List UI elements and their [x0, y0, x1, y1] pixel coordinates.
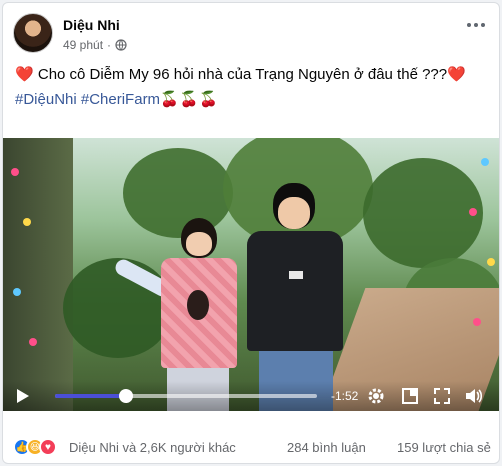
reactors-summary[interactable]: Diệu Nhi và 2,6K người khác [69, 440, 236, 455]
post-card: Diệu Nhi 49 phút · ❤️ Cho cô Diễm My 96 … [2, 2, 500, 464]
more-options-icon[interactable] [461, 15, 491, 35]
hashtags: #DiệuNhi #CheriFarm🍒🍒🍒 [15, 90, 219, 108]
post-caption: ❤️ Cho cô Diễm My 96 hỏi nhà của Trạng N… [15, 64, 491, 86]
progress-handle[interactable] [118, 389, 133, 403]
progress-bar[interactable] [55, 389, 317, 403]
post-time[interactable]: 49 phút [63, 38, 103, 52]
cherry-icons: 🍒🍒🍒 [160, 91, 220, 108]
progress-fill [55, 394, 126, 398]
fullscreen-icon[interactable] [431, 386, 453, 406]
heart-icon: ❤️ [15, 66, 34, 83]
author-name[interactable]: Diệu Nhi [63, 17, 120, 33]
hashtag-dieunhi[interactable]: #DiệuNhi [15, 91, 77, 108]
reaction-icons[interactable]: 👍 😆 ♥ [13, 438, 57, 456]
post-footer: 👍 😆 ♥ Diệu Nhi và 2,6K người khác 284 bì… [13, 436, 491, 458]
post-header: Diệu Nhi 49 phút · [13, 13, 491, 57]
time-remaining: -1:52 [331, 389, 359, 403]
shares-count[interactable]: 159 lượt chia sẻ [397, 440, 491, 455]
hashtag-cherifarm[interactable]: #CheriFarm [81, 91, 160, 108]
person-right [241, 183, 351, 411]
heart-icon: ❤️ [447, 66, 466, 83]
comments-count[interactable]: 284 bình luận [287, 440, 366, 455]
love-icon: ♥ [39, 438, 57, 456]
caption-text: Cho cô Diễm My 96 hỏi nhà của Trạng Nguy… [37, 66, 448, 83]
gear-icon[interactable] [365, 386, 387, 406]
play-icon[interactable] [17, 389, 29, 403]
avatar[interactable] [13, 13, 53, 53]
expand-icon[interactable] [399, 386, 421, 406]
post-meta: 49 phút · [63, 38, 127, 52]
video-controls: -1:52 [3, 381, 499, 411]
globe-icon [115, 39, 127, 51]
video-player[interactable]: -1:52 [3, 138, 499, 411]
volume-icon[interactable] [463, 386, 485, 406]
